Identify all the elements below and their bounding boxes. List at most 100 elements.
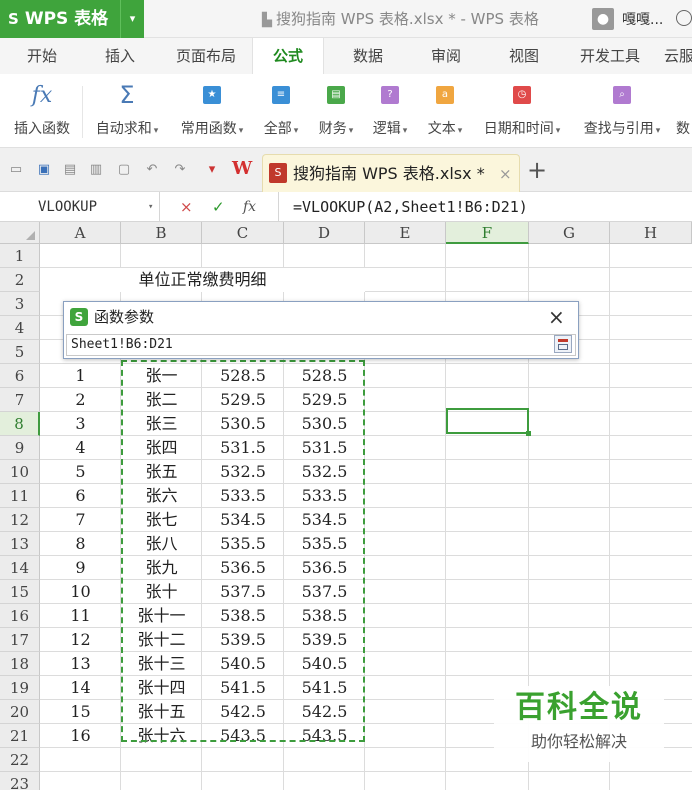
cell-seq[interactable]: 11	[40, 604, 121, 628]
row-header[interactable]: 7	[0, 388, 40, 412]
datetime-functions-button[interactable]: ◷ 日期和时间 ▾	[476, 78, 568, 138]
active-cell-f8[interactable]	[446, 408, 531, 436]
close-icon[interactable]: ×	[548, 302, 565, 332]
customize-icon[interactable]: ▾	[204, 162, 220, 178]
row-header[interactable]: 1	[0, 244, 40, 268]
tab-data[interactable]: 数据	[340, 38, 396, 74]
open-icon[interactable]: ▭	[8, 162, 24, 178]
row-header[interactable]: 4	[0, 316, 40, 340]
column-header[interactable]: G	[529, 222, 610, 244]
dialog-header[interactable]: S 函数参数 ×	[64, 302, 578, 332]
print-preview-icon[interactable]: ▢	[116, 162, 132, 178]
tab-review[interactable]: 审阅	[418, 38, 474, 74]
column-header-selected[interactable]: F	[446, 222, 529, 244]
cell-seq[interactable]: 7	[40, 508, 121, 532]
close-tab-icon[interactable]: ×	[499, 155, 512, 193]
row-header[interactable]: 23	[0, 772, 40, 790]
print-icon[interactable]: ▥	[88, 162, 104, 178]
select-all-corner[interactable]	[0, 222, 40, 244]
range-reference-input[interactable]: Sheet1!B6:D21	[66, 334, 576, 356]
copy-range-marquee	[121, 360, 365, 742]
column-header[interactable]: E	[365, 222, 446, 244]
financial-functions-button[interactable]: ▤ 财务 ▾	[310, 78, 362, 138]
logical-functions-button[interactable]: ? 逻辑 ▾	[366, 78, 414, 138]
name-box[interactable]: VLOOKUP ▾	[0, 192, 160, 222]
row-header[interactable]: 3	[0, 292, 40, 316]
cell-seq[interactable]: 15	[40, 700, 121, 724]
tab-cloud[interactable]: 云服	[664, 38, 692, 74]
document-tab[interactable]: S 搜狗指南 WPS 表格.xlsx * ×	[262, 154, 520, 192]
function-arguments-dialog[interactable]: S 函数参数 × Sheet1!B6:D21	[63, 301, 579, 359]
fill-handle[interactable]	[526, 431, 531, 436]
common-functions-button[interactable]: ★ 常用函数 ▾	[172, 78, 252, 138]
all-functions-button[interactable]: ≡ 全部 ▾	[256, 78, 306, 138]
user-account[interactable]: ● 嘎嘎...	[592, 6, 663, 32]
save-icon[interactable]: ▣	[36, 162, 52, 178]
insert-function-icon[interactable]: fx	[243, 192, 256, 222]
cell-seq[interactable]: 5	[40, 460, 121, 484]
row-header[interactable]: 13	[0, 532, 40, 556]
cell-seq[interactable]: 9	[40, 556, 121, 580]
column-header[interactable]: B	[121, 222, 202, 244]
tab-page-layout[interactable]: 页面布局	[168, 38, 244, 74]
lookup-reference-button[interactable]: ⌕ 查找与引用 ▾	[576, 78, 668, 138]
cancel-icon[interactable]: ×	[180, 192, 193, 222]
cell-seq[interactable]: 10	[40, 580, 121, 604]
cell-seq[interactable]: 14	[40, 676, 121, 700]
app-menu-dropdown[interactable]: ▾	[120, 0, 144, 38]
cell-seq[interactable]: 12	[40, 628, 121, 652]
sheet-title-cell[interactable]: 单位正常缴费明细	[40, 268, 365, 292]
tab-developer[interactable]: 开发工具	[572, 38, 648, 74]
autosum-button[interactable]: Σ 自动求和 ▾	[88, 78, 166, 138]
row-header[interactable]: 6	[0, 364, 40, 388]
cell-seq[interactable]: 2	[40, 388, 121, 412]
skin-icon[interactable]	[676, 10, 692, 26]
cell-seq[interactable]: 4	[40, 436, 121, 460]
row-header[interactable]: 21	[0, 724, 40, 748]
formula-input[interactable]: =VLOOKUP(A2,Sheet1!B6:D21)	[278, 192, 692, 222]
column-header[interactable]: H	[610, 222, 692, 244]
row-header[interactable]: 10	[0, 460, 40, 484]
row-header[interactable]: 20	[0, 700, 40, 724]
cell-seq[interactable]: 16	[40, 724, 121, 748]
row-header[interactable]: 16	[0, 604, 40, 628]
insert-function-button[interactable]: fx 插入函数	[6, 78, 78, 138]
cell-seq[interactable]: 1	[40, 364, 121, 388]
text-functions-button[interactable]: a 文本 ▾	[420, 78, 470, 138]
row-header[interactable]: 18	[0, 652, 40, 676]
row-header[interactable]: 15	[0, 580, 40, 604]
column-header[interactable]: C	[202, 222, 284, 244]
chevron-down-icon[interactable]: ▾	[148, 192, 153, 222]
column-header[interactable]: D	[284, 222, 365, 244]
cell-seq[interactable]: 8	[40, 532, 121, 556]
row-header[interactable]: 12	[0, 508, 40, 532]
formula-ribbon: fx 插入函数 Σ 自动求和 ▾ ★ 常用函数 ▾ ≡ 全部 ▾ ▤ 财务 ▾ ? 逻辑…	[0, 74, 692, 148]
new-tab-icon[interactable]: +	[527, 156, 547, 184]
expand-dialog-icon[interactable]	[554, 335, 572, 353]
watermark: 百科全说 助你轻松解决	[494, 686, 664, 762]
row-header[interactable]: 19	[0, 676, 40, 700]
redo-icon[interactable]: ↷	[172, 162, 188, 178]
row-header[interactable]: 9	[0, 436, 40, 460]
confirm-icon[interactable]: ✓	[212, 192, 225, 222]
undo-icon[interactable]: ↶	[144, 162, 160, 178]
cell-seq[interactable]: 6	[40, 484, 121, 508]
cell-seq[interactable]: 3	[40, 412, 121, 436]
output-icon[interactable]: ▤	[62, 162, 78, 178]
row-header[interactable]: 2	[0, 268, 40, 292]
tab-home[interactable]: 开始	[14, 38, 70, 74]
row-header-selected[interactable]: 8	[0, 412, 40, 436]
tab-view[interactable]: 视图	[496, 38, 552, 74]
row-header[interactable]: 5	[0, 340, 40, 364]
tab-formulas[interactable]: 公式	[252, 38, 324, 74]
cell-seq[interactable]: 13	[40, 652, 121, 676]
row-header[interactable]: 11	[0, 484, 40, 508]
wps-w-icon[interactable]: W	[232, 158, 252, 179]
row-header[interactable]: 22	[0, 748, 40, 772]
row-header[interactable]: 17	[0, 628, 40, 652]
app-menu-button[interactable]: S WPS 表格	[0, 0, 120, 38]
math-functions-button[interactable]: 数	[676, 78, 692, 138]
column-header[interactable]: A	[40, 222, 121, 244]
row-header[interactable]: 14	[0, 556, 40, 580]
tab-insert[interactable]: 插入	[92, 38, 148, 74]
